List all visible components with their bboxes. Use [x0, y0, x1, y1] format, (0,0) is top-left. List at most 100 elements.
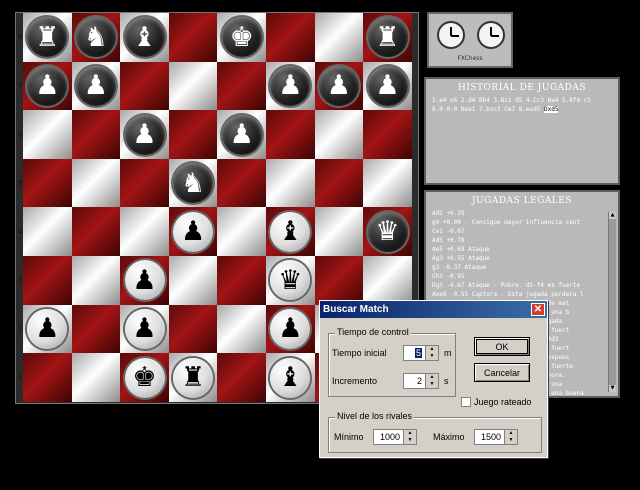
- board-square[interactable]: [120, 158, 169, 208]
- increment-unit: s: [444, 376, 449, 386]
- black-pawn-icon[interactable]: ♟: [367, 65, 408, 106]
- legal-move-item[interactable]: Ad5 +0.78: [432, 236, 612, 245]
- board-square[interactable]: [23, 256, 72, 305]
- white-king-icon[interactable]: ♚: [124, 357, 165, 398]
- board-square[interactable]: [363, 110, 412, 159]
- board-square[interactable]: [71, 256, 121, 305]
- board-square[interactable]: [314, 13, 364, 62]
- close-icon[interactable]: ✕: [531, 303, 545, 316]
- board-square[interactable]: [168, 13, 218, 62]
- legal-move-item[interactable]: Ae5 +0.68 Ataque: [432, 245, 612, 254]
- board-square[interactable]: [71, 207, 121, 256]
- board-square[interactable]: [217, 353, 266, 402]
- black-pawn-icon[interactable]: ♟: [124, 114, 165, 155]
- board-square[interactable]: [266, 110, 315, 159]
- min-rating-spin-buttons[interactable]: ▲ ▼: [403, 430, 416, 444]
- initial-time-spin-buttons[interactable]: ▲ ▼: [425, 346, 438, 360]
- board-square[interactable]: [363, 256, 412, 305]
- board-square[interactable]: [168, 61, 218, 111]
- spin-up-icon[interactable]: ▲: [505, 430, 517, 437]
- legal-moves-scrollbar[interactable]: ▲ ▼: [608, 212, 616, 392]
- spin-down-icon[interactable]: ▼: [505, 437, 517, 444]
- black-pawn-icon[interactable]: ♟: [75, 65, 116, 106]
- black-pawn-icon[interactable]: ♟: [318, 65, 359, 106]
- max-rating-spin-buttons[interactable]: ▲ ▼: [504, 430, 517, 444]
- scroll-up-icon[interactable]: ▲: [609, 212, 616, 219]
- board-square[interactable]: [168, 256, 218, 305]
- min-rating-value[interactable]: 1000: [380, 432, 400, 442]
- increment-value[interactable]: 2: [417, 376, 422, 386]
- white-bishop-icon[interactable]: ♝: [270, 357, 311, 398]
- board-square[interactable]: [217, 158, 266, 208]
- legal-move-item[interactable]: Ad2 +0.25: [432, 209, 612, 218]
- legal-move-item[interactable]: Ag3 +0.55 Ataque: [432, 254, 612, 263]
- board-square[interactable]: [23, 158, 72, 208]
- board-square[interactable]: [71, 304, 121, 354]
- legal-move-item[interactable]: Dg3 -4.67 Ataque - Pobre. d5-f4 es fuert…: [432, 281, 612, 290]
- board-square[interactable]: [120, 207, 169, 256]
- increment-spin-buttons[interactable]: ▲ ▼: [425, 374, 438, 388]
- board-square[interactable]: [71, 353, 121, 402]
- spin-up-icon[interactable]: ▲: [426, 346, 438, 353]
- board-square[interactable]: [266, 158, 315, 208]
- legal-move-item[interactable]: g3 -0.37 Ataque: [432, 263, 612, 272]
- black-queen-icon[interactable]: ♛: [367, 211, 408, 252]
- board-square[interactable]: [314, 158, 364, 208]
- black-knight-icon[interactable]: ♞: [173, 163, 214, 204]
- board-square[interactable]: [266, 13, 315, 62]
- black-bishop-icon[interactable]: ♝: [124, 17, 165, 58]
- black-pawn-icon[interactable]: ♟: [27, 65, 68, 106]
- spin-up-icon[interactable]: ▲: [426, 374, 438, 381]
- legal-move-item[interactable]: Axe6 -0.55 Captura - Esta jugada perdera…: [432, 290, 612, 299]
- board-square[interactable]: [217, 304, 266, 354]
- rank-label: 6: [18, 130, 23, 139]
- board-square[interactable]: [217, 256, 266, 305]
- max-rating-value[interactable]: 1500: [481, 432, 501, 442]
- board-square[interactable]: [314, 110, 364, 159]
- board-square[interactable]: [314, 207, 364, 256]
- black-pawn-icon[interactable]: ♟: [270, 65, 311, 106]
- increment-spinner[interactable]: 2 ▲ ▼: [403, 373, 439, 389]
- board-square[interactable]: [23, 207, 72, 256]
- board-square[interactable]: [363, 158, 412, 208]
- white-bishop-icon[interactable]: ♝: [270, 211, 311, 252]
- initial-time-value[interactable]: 5: [414, 348, 422, 358]
- black-king-icon[interactable]: ♚: [221, 17, 262, 58]
- black-rook-icon[interactable]: ♜: [367, 17, 408, 58]
- ok-button[interactable]: OK: [474, 337, 530, 356]
- black-knight-icon[interactable]: ♞: [75, 17, 116, 58]
- spin-up-icon[interactable]: ▲: [404, 430, 416, 437]
- board-square[interactable]: [120, 61, 169, 111]
- spin-down-icon[interactable]: ▼: [404, 437, 416, 444]
- initial-time-spinner[interactable]: 5 ▲ ▼: [403, 345, 439, 361]
- white-pawn-icon[interactable]: ♟: [124, 308, 165, 349]
- board-square[interactable]: [71, 110, 121, 159]
- legal-move-item[interactable]: Ce1 -0.07: [432, 227, 612, 236]
- scroll-down-icon[interactable]: ▼: [609, 385, 616, 392]
- black-clock-icon: [477, 21, 505, 49]
- board-square[interactable]: [23, 353, 72, 402]
- black-pawn-icon[interactable]: ♟: [221, 114, 262, 155]
- min-rating-spinner[interactable]: 1000 ▲ ▼: [373, 429, 417, 445]
- dialog-titlebar[interactable]: Buscar Match ✕: [320, 301, 547, 318]
- board-square[interactable]: [168, 304, 218, 354]
- spin-down-icon[interactable]: ▼: [426, 381, 438, 388]
- board-square[interactable]: [314, 256, 364, 305]
- history-current-move[interactable]: Dxd5: [543, 106, 559, 113]
- board-square[interactable]: [217, 61, 266, 111]
- max-rating-spinner[interactable]: 1500 ▲ ▼: [474, 429, 518, 445]
- white-pawn-icon[interactable]: ♟: [124, 260, 165, 301]
- board-square[interactable]: [168, 110, 218, 159]
- legal-move-item[interactable]: Ch3 -0.95: [432, 272, 612, 281]
- board-square[interactable]: [217, 207, 266, 256]
- white-pawn-icon[interactable]: ♟: [27, 308, 68, 349]
- spin-down-icon[interactable]: ▼: [426, 353, 438, 360]
- white-pawn-icon[interactable]: ♟: [270, 308, 311, 349]
- white-pawn-icon[interactable]: ♟: [173, 211, 214, 252]
- cancel-button[interactable]: Cancelar: [474, 363, 530, 382]
- white-rook-icon[interactable]: ♜: [173, 357, 214, 398]
- board-square[interactable]: [23, 110, 72, 159]
- board-square[interactable]: [71, 158, 121, 208]
- legal-move-item[interactable]: g4 +0.00 - Consigue mayor influencia cen…: [432, 218, 612, 227]
- rated-game-checkbox[interactable]: [461, 397, 471, 407]
